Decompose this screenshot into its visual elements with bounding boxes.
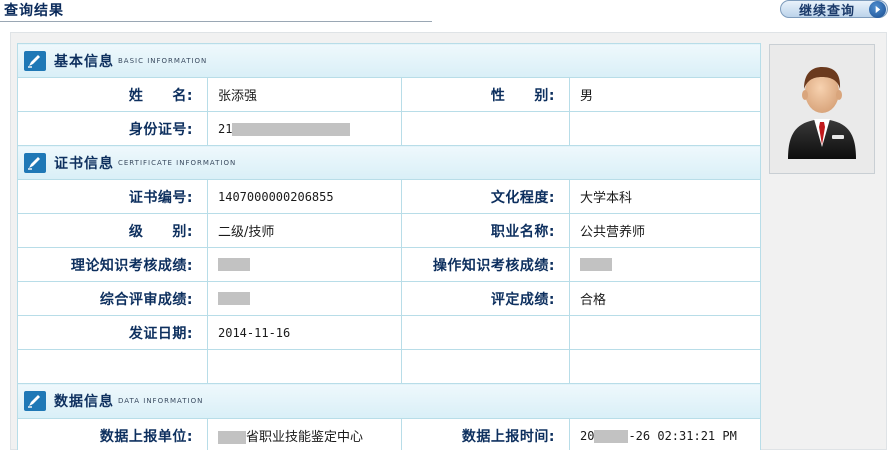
theory-score-value: [207, 247, 402, 282]
level-value: 二级/技师: [207, 213, 402, 248]
section-title-data: 数据信息: [54, 394, 114, 410]
section-title-basic: 基本信息: [54, 53, 114, 70]
pen-icon: [24, 50, 46, 71]
page-title: 查询结果: [4, 3, 64, 19]
report-unit-value: 省职业技能鉴定中心: [207, 418, 402, 450]
section-header-basic: 基本信息 BASIC INFORMATION: [17, 43, 761, 78]
section-title-certificate: 证书信息: [54, 155, 114, 172]
operation-score-label: 操作知识考核成绩:: [401, 247, 570, 282]
title-divider: [0, 21, 432, 22]
person-photo: [769, 44, 875, 174]
table-row: 级 别: 二级/技师 职业名称: 公共营养师: [17, 213, 761, 248]
id-label: 身份证号:: [17, 111, 208, 146]
continue-query-button[interactable]: 继续查询: [780, 0, 888, 19]
operation-score-mask: [580, 258, 612, 271]
report-unit-label: 数据上报单位:: [17, 418, 208, 450]
occupation-value: 公共营养师: [569, 213, 761, 248]
education-value: 大学本科: [569, 179, 761, 214]
section-subtitle-certificate: CERTIFICATE INFORMATION: [118, 158, 237, 167]
empty-cell: [569, 111, 761, 146]
review-score-mask: [218, 292, 250, 305]
rating-label: 评定成绩:: [401, 281, 570, 316]
section-subtitle-data: DATA INFORMATION: [118, 397, 204, 405]
rating-value: 合格: [569, 281, 761, 316]
issue-date-label: 发证日期:: [17, 315, 208, 350]
section-header-data: 数据信息 DATA INFORMATION: [17, 383, 761, 419]
person-avatar-icon: [788, 67, 856, 159]
report-time-value: 20 -26 02:31:21 PM: [569, 418, 761, 450]
education-label: 文化程度:: [401, 179, 570, 214]
issue-date-value: 2014-11-16: [207, 315, 402, 350]
id-mask: [232, 122, 351, 136]
cert-no-label: 证书编号:: [17, 179, 208, 214]
occupation-label: 职业名称:: [401, 213, 570, 248]
gender-label: 性 别:: [401, 77, 570, 112]
empty-cell: [569, 315, 761, 350]
review-score-label: 综合评审成绩:: [17, 281, 208, 316]
cert-no-value: 1407000000206855: [207, 179, 402, 214]
section-subtitle-basic: BASIC INFORMATION: [118, 56, 208, 65]
id-prefix: 21: [218, 121, 233, 136]
report-unit-suffix: 省职业技能鉴定中心: [246, 430, 364, 445]
table-row: 证书编号: 1407000000206855 文化程度: 大学本科: [17, 179, 761, 214]
table-row: 姓 名: 张添强 性 别: 男: [17, 77, 761, 112]
table-row: 理论知识考核成绩: 操作知识考核成绩:: [17, 247, 761, 282]
theory-score-label: 理论知识考核成绩:: [17, 247, 208, 282]
report-time-mask: [594, 429, 629, 443]
empty-cell: [401, 349, 570, 384]
report-time-suffix: -26 02:31:21 PM: [628, 428, 737, 443]
empty-cell: [207, 349, 402, 384]
table-row: 身份证号: 21: [17, 111, 761, 146]
gender-value: 男: [569, 77, 761, 112]
empty-cell: [401, 111, 570, 146]
pen-icon: [24, 152, 46, 173]
info-table: 基本信息 BASIC INFORMATION 姓 名: 张添强 性 别: 男 身…: [17, 43, 761, 450]
empty-cell: [17, 349, 208, 384]
table-row: 发证日期: 2014-11-16: [17, 315, 761, 350]
id-value: 21: [207, 111, 402, 146]
continue-query-label: 继续查询: [799, 3, 856, 19]
empty-cell: [401, 315, 570, 350]
review-score-value: [207, 281, 402, 316]
report-time-label: 数据上报时间:: [401, 418, 570, 450]
report-unit-mask: [218, 431, 246, 444]
table-row: 综合评审成绩: 评定成绩: 合格: [17, 281, 761, 316]
table-row: 数据上报单位: 省职业技能鉴定中心 数据上报时间: 20 -26 02:31:21…: [17, 418, 761, 450]
arrow-right-icon: [869, 1, 886, 18]
section-header-certificate: 证书信息 CERTIFICATE INFORMATION: [17, 145, 761, 180]
theory-score-mask: [218, 258, 250, 271]
empty-cell: [569, 349, 761, 384]
table-row: [17, 349, 761, 384]
report-time-prefix: 20: [580, 428, 595, 443]
pen-icon: [24, 391, 46, 411]
name-label: 姓 名:: [17, 77, 208, 112]
name-value: 张添强: [207, 77, 402, 112]
level-label: 级 别:: [17, 213, 208, 248]
operation-score-value: [569, 247, 761, 282]
